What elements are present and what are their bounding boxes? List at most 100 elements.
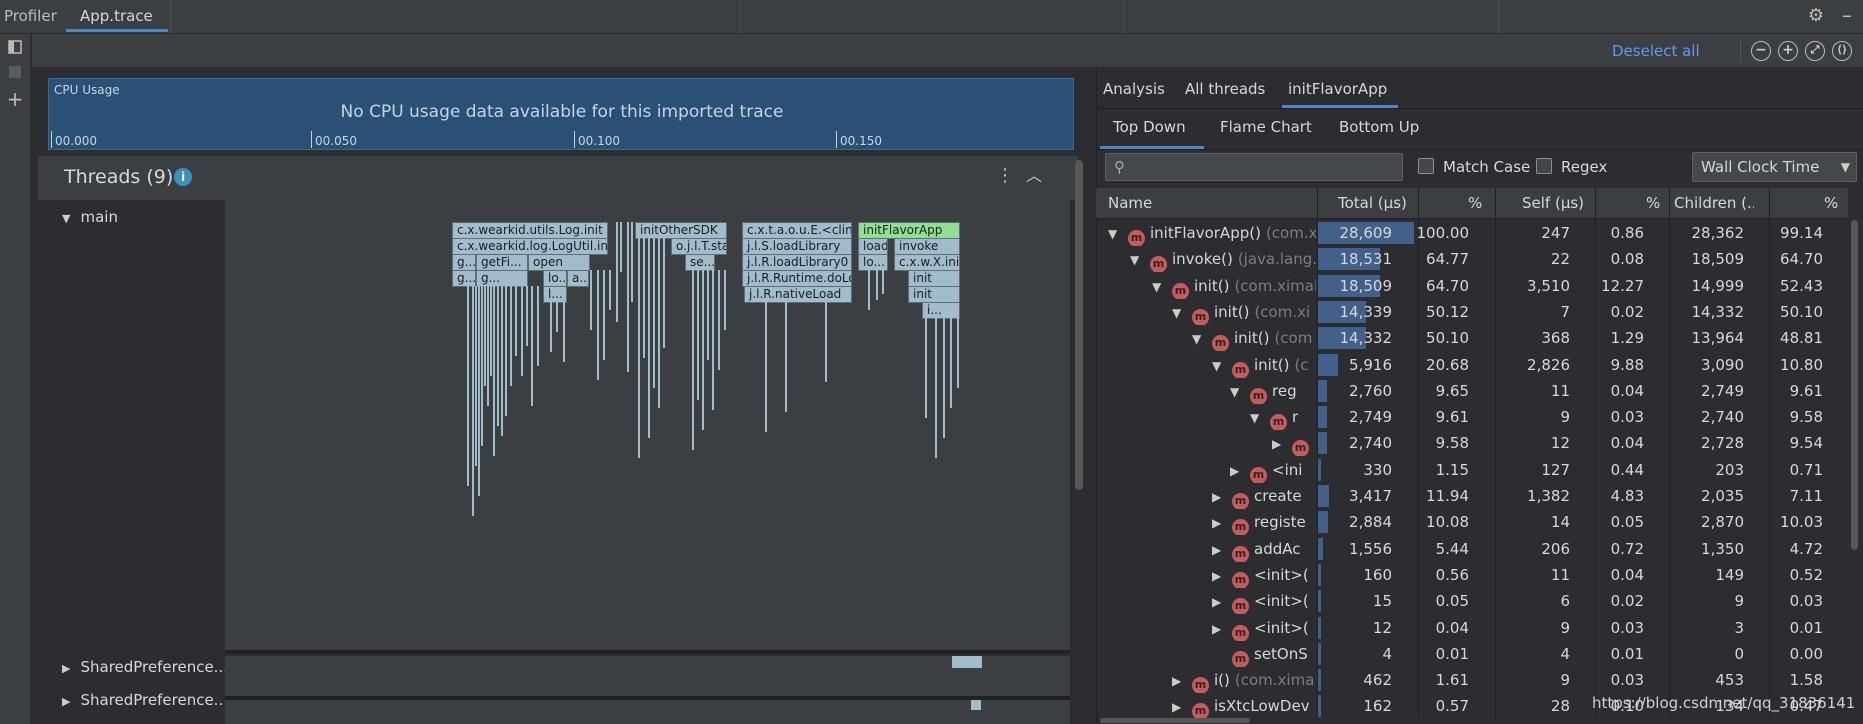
expand-triangle-icon[interactable]: ▶ (1172, 694, 1192, 719)
column-header-self-percent[interactable]: % (1646, 194, 1660, 212)
tab-profiler[interactable]: Profiler (4, 0, 57, 32)
flame-node[interactable]: c.x.wearkid.log.LogUtil.init (452, 238, 608, 255)
regex-checkbox[interactable] (1536, 158, 1552, 174)
table-row[interactable]: ▼ m init() (com 14,332 50.10 368 1.29 13,964 48.8… (1096, 325, 1848, 352)
flame-chart-area[interactable]: c.x.wearkid.utils.Log.init c.x.wearkid.l… (225, 200, 1070, 650)
minimize-icon[interactable]: – (1838, 5, 1856, 26)
thread-row-shared-preference[interactable]: ▶ SharedPreference... (62, 691, 228, 711)
expand-triangle-icon[interactable]: ▶ (62, 662, 70, 675)
flame-node[interactable]: j.l.R.loadLibrary0 (742, 254, 852, 271)
flame-node[interactable]: c.x.wearkid.utils.Log.init (452, 222, 608, 239)
column-header-self[interactable]: Self (μs) (1522, 194, 1584, 212)
method-name-cell[interactable]: ▶ m registe (1212, 509, 1316, 536)
method-name-cell[interactable]: ▼ m init() (c (1212, 352, 1316, 378)
deselect-all-link[interactable]: Deselect all (1612, 34, 1700, 68)
expand-triangle-icon[interactable]: ▶ (1230, 458, 1250, 483)
tab-top-down[interactable]: Top Down (1113, 118, 1186, 136)
flame-node[interactable]: lo... (858, 254, 888, 271)
method-name-cell[interactable]: ▶ m (1272, 430, 1316, 457)
flame-node[interactable]: o.j.l.T.start (671, 238, 727, 255)
flame-node[interactable]: lo... (543, 270, 567, 287)
method-name-cell[interactable]: ▼ m reg (1230, 378, 1316, 404)
collapse-triangle-icon[interactable]: ▼ (1250, 405, 1270, 430)
table-row[interactable]: ▶ m create 3,417 11.94 1,382 4.83 2,035 7.11 (1096, 483, 1848, 509)
method-name-cell[interactable]: ▶ m <init>( (1212, 588, 1316, 615)
cpu-usage-track[interactable]: CPU Usage No CPU usage data available fo… (48, 78, 1074, 150)
method-name-cell[interactable]: ▼ m init() (com.xi (1172, 299, 1316, 325)
column-header-total-percent[interactable]: % (1468, 194, 1482, 212)
method-name-cell[interactable]: ▶ m <init>( (1212, 615, 1316, 641)
expand-triangle-icon[interactable]: ▶ (1212, 616, 1232, 641)
expand-triangle-icon[interactable]: ▶ (1172, 668, 1192, 693)
flame-node[interactable]: getFi... (476, 254, 528, 271)
expand-triangle-icon[interactable]: ▶ (62, 695, 70, 708)
flame-node[interactable]: c.x.t.a.o.u.E.<clinit> (742, 222, 852, 239)
collapse-triangle-icon[interactable]: ▼ (1192, 326, 1212, 351)
table-row[interactable]: ▼ m init() (com.ximal 18,509 64.70 3,510 12.27 1… (1096, 273, 1848, 299)
tab-app-trace[interactable]: App.trace (80, 0, 153, 32)
shared-preference-track[interactable] (225, 656, 1070, 696)
flame-node[interactable]: open (528, 254, 590, 271)
flame-node[interactable]: init (908, 270, 960, 287)
flame-node[interactable]: c.x.w.X.init (894, 254, 960, 271)
thread-row-main[interactable]: ▼ main (62, 208, 118, 226)
collapse-triangle-icon[interactable]: ▼ (1212, 353, 1232, 378)
collapse-triangle-icon[interactable]: ▼ (62, 212, 70, 225)
method-name-cell[interactable]: ▼ m init() (com (1192, 325, 1316, 352)
flame-node[interactable]: invoke (894, 238, 960, 255)
info-icon[interactable]: i (174, 168, 192, 186)
expand-triangle-icon[interactable]: ▶ (1212, 563, 1232, 588)
flame-node[interactable]: l... (543, 286, 567, 303)
method-name-cell[interactable]: ▶ m isXtcLowDev (1172, 693, 1316, 720)
expand-triangle-icon[interactable]: ▶ (1212, 510, 1232, 535)
vertical-scrollbar[interactable] (1851, 220, 1858, 550)
method-name-cell[interactable]: ▶ m <ini (1230, 457, 1316, 483)
vertical-scrollbar[interactable] (1075, 160, 1083, 490)
table-row[interactable]: ▼ m initFlavorApp() (com.x 28,609 100.00 247 0.… (1096, 220, 1848, 246)
flame-node[interactable]: g... (452, 254, 476, 271)
table-row[interactable]: ▶ m i() (com.xima 462 1.61 9 0.03 453 1.58 (1096, 667, 1848, 694)
flame-node[interactable]: j.l.R.nativeLoad (744, 286, 852, 303)
thread-row-shared-preference[interactable]: ▶ SharedPreference... (62, 658, 228, 676)
method-name-cell[interactable]: ▼ m r (1250, 404, 1316, 431)
expand-triangle-icon[interactable]: ▶ (1212, 537, 1232, 562)
flame-node[interactable]: a... (567, 270, 589, 287)
table-row[interactable]: ▼ m init() (c 5,916 20.68 2,826 9.88 3,090 10.80 (1096, 352, 1848, 378)
method-name-cell[interactable]: ▼ m init() (com.ximal (1152, 273, 1316, 299)
collapse-triangle-icon[interactable]: ▼ (1230, 379, 1250, 404)
method-name-cell[interactable]: ▶ m i() (com.xima (1172, 667, 1316, 694)
table-row[interactable]: ▼ m r 2,749 9.61 9 0.03 2,740 9.58 (1096, 404, 1848, 431)
flame-node[interactable]: j.l.S.loadLibrary (742, 238, 852, 255)
panel-toggle-icon[interactable] (6, 40, 24, 58)
method-name-cell[interactable]: ▶ m <init>( (1212, 562, 1316, 588)
collapse-triangle-icon[interactable]: ▼ (1108, 221, 1128, 246)
table-row[interactable]: ▶ m <init>(160 0.56 11 0.04 149 0.52 (1096, 562, 1848, 588)
column-header-children-percent[interactable]: % (1824, 194, 1838, 212)
tab-all-threads[interactable]: All threads (1185, 80, 1265, 98)
flame-node[interactable]: g... (476, 270, 528, 287)
table-row[interactable]: m setOnS 4 0.01 4 0.01 0 0.00 (1096, 641, 1848, 667)
collapse-triangle-icon[interactable]: ▼ (1152, 274, 1172, 299)
column-header-total[interactable]: Total (μs) (1338, 194, 1407, 212)
flame-node[interactable]: load (858, 238, 888, 255)
table-row[interactable]: ▶ m registe 2,884 10.08 14 0.05 2,870 10.03 (1096, 509, 1848, 536)
flame-node[interactable]: se... (685, 254, 715, 271)
method-name-cell[interactable]: m setOnS (1212, 641, 1316, 667)
method-name-cell[interactable]: ▶ m addAc (1212, 536, 1316, 562)
table-row[interactable]: ▶ m addAc 1,556 5.44 206 0.72 1,350 4.72 (1096, 536, 1848, 562)
reset-zoom-icon[interactable]: ⤢ (1805, 41, 1825, 61)
search-input[interactable]: ⚲ (1105, 153, 1403, 181)
flame-node[interactable]: g... (452, 270, 476, 287)
gear-icon[interactable]: ⚙ (1806, 6, 1826, 26)
method-name-cell[interactable]: ▼ m initFlavorApp() (com.x (1108, 220, 1316, 246)
table-row[interactable]: ▶ m <ini 330 1.15 127 0.44 203 0.71 (1096, 457, 1848, 483)
add-icon[interactable]: + (6, 89, 24, 109)
more-options-icon[interactable]: ⋮ (996, 166, 1014, 186)
expand-triangle-icon[interactable]: ▶ (1212, 484, 1232, 509)
table-row[interactable]: ▶ m 2,740 9.58 12 0.04 2,728 9.54 (1096, 430, 1848, 457)
flame-node[interactable]: initOtherSDK (635, 222, 727, 239)
tab-analysis[interactable]: Analysis (1103, 80, 1165, 98)
table-row[interactable]: ▶ m <init>(15 0.05 6 0.02 9 0.03 (1096, 588, 1848, 615)
column-header-name[interactable]: Name (1108, 194, 1152, 212)
shared-preference-track[interactable] (225, 700, 1070, 724)
